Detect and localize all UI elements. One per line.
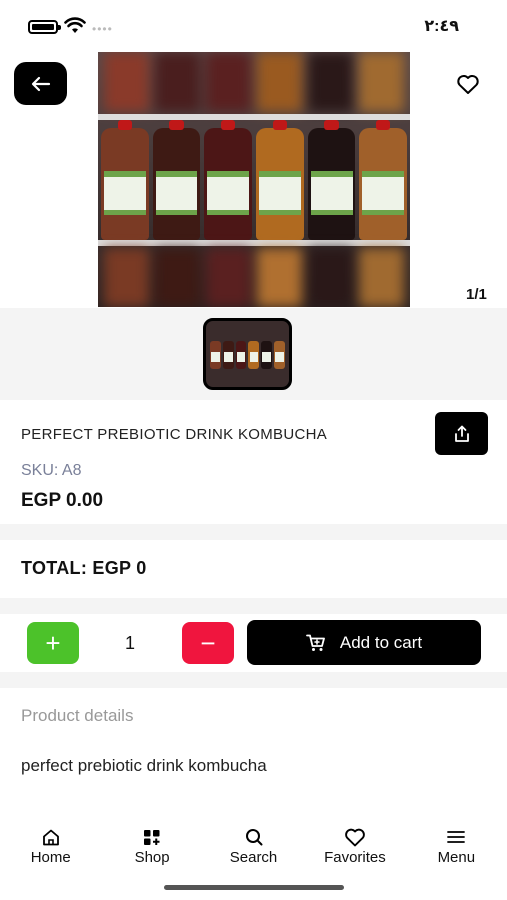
thumbnail-strip: [0, 308, 507, 400]
status-bar: •••• ٢:٤٩: [0, 0, 507, 52]
increase-quantity-button[interactable]: +: [27, 622, 79, 664]
menu-icon: [447, 831, 466, 843]
image-blur-bottom: [98, 248, 410, 307]
shop-icon: [144, 829, 160, 845]
nav-label-favorites: Favorites: [324, 849, 386, 866]
product-info: PERFECT PREBIOTIC DRINK KOMBUCHA SKU: A8…: [0, 400, 507, 524]
add-to-cart-button[interactable]: Add to cart: [247, 620, 481, 665]
image-blur-top: [98, 52, 410, 112]
total-price: TOTAL: EGP 0: [21, 558, 147, 578]
image-bottle-row: [98, 120, 410, 240]
product-price: EGP 0.00: [21, 490, 104, 511]
product-sku: SKU: A8: [21, 462, 82, 479]
status-time: ٢:٤٩: [424, 18, 459, 35]
search-icon: [245, 829, 263, 846]
nav-label-menu: Menu: [437, 849, 476, 866]
nav-label-home: Home: [30, 849, 71, 866]
heart-icon: [345, 828, 365, 846]
quantity-row: + 1 − Add to cart: [0, 614, 507, 672]
image-shelf-top: [98, 114, 410, 120]
product-name: PERFECT PREBIOTIC DRINK KOMBUCHA: [21, 426, 328, 443]
section-divider: [0, 672, 507, 688]
signal-icon: ••••: [92, 22, 113, 36]
wifi-icon: [64, 17, 86, 33]
bottom-navigation: Home Shop Search Favorites Menu: [0, 826, 507, 876]
arrow-left-icon: [31, 76, 50, 91]
cart-icon: [305, 634, 325, 651]
nav-label-search: Search: [229, 849, 278, 866]
product-details-title: Product details: [21, 706, 134, 725]
quantity-value: 1: [124, 632, 135, 653]
share-button[interactable]: [435, 412, 488, 455]
nav-label-shop: Shop: [134, 849, 170, 866]
home-indicator: [164, 885, 344, 890]
section-divider: [0, 598, 507, 614]
favorite-button[interactable]: [452, 70, 484, 98]
nav-item-shop[interactable]: Shop: [101, 826, 202, 876]
nav-item-menu[interactable]: Menu: [406, 826, 507, 876]
back-button[interactable]: [14, 62, 67, 105]
product-thumbnail[interactable]: [203, 318, 292, 390]
decrease-quantity-button[interactable]: −: [182, 622, 234, 664]
nav-item-home[interactable]: Home: [0, 826, 101, 876]
nav-item-search[interactable]: Search: [203, 826, 304, 876]
battery-icon: [28, 20, 61, 34]
heart-outline-icon: [457, 74, 479, 94]
image-page-indicator: 1/1: [466, 286, 487, 303]
add-to-cart-label: Add to cart: [339, 632, 423, 652]
thumbnail-bottles: [210, 341, 285, 369]
product-details-text: perfect prebiotic drink kombucha: [21, 756, 267, 775]
image-shelf-bottom: [98, 240, 410, 246]
home-icon: [42, 829, 59, 845]
section-divider: [0, 524, 507, 540]
product-image[interactable]: [98, 52, 410, 307]
share-icon: [454, 425, 469, 442]
nav-item-favorites[interactable]: Favorites: [304, 826, 405, 876]
